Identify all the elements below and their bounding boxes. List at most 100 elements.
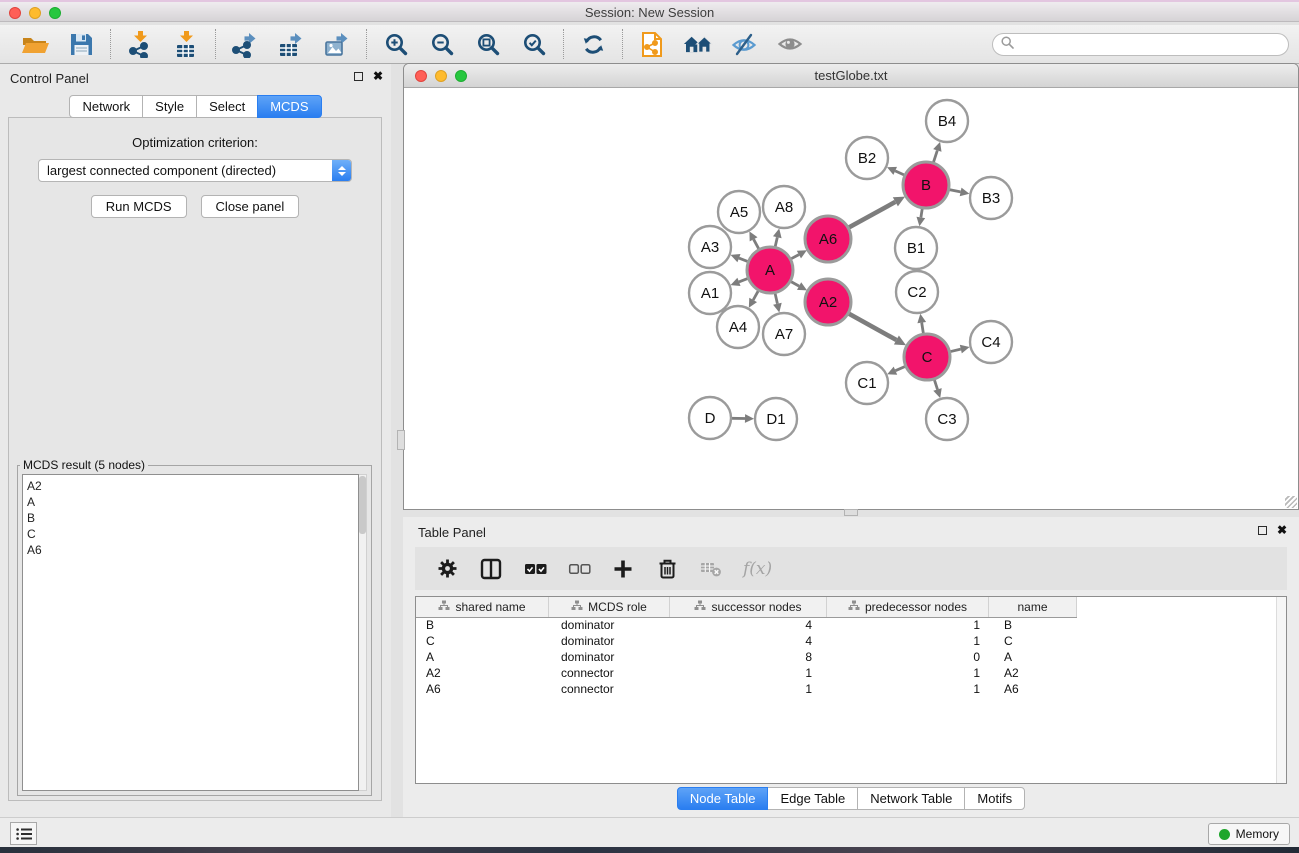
graph-edge-A-A8[interactable] — [773, 229, 782, 248]
run-mcds-button[interactable]: Run MCDS — [91, 195, 187, 218]
memory-button[interactable]: Memory — [1208, 823, 1290, 845]
table-row[interactable]: Bdominator41B — [416, 618, 1286, 634]
column-header-shared-name[interactable]: shared name — [416, 597, 549, 617]
table-row[interactable]: Adominator80A — [416, 650, 1286, 666]
table-cell[interactable]: A6 — [416, 682, 549, 698]
graph-node-B1[interactable]: B1 — [895, 227, 937, 269]
float-table-panel-icon[interactable] — [1258, 526, 1267, 535]
graph-node-C[interactable]: C — [904, 334, 950, 380]
table-scrollbar[interactable] — [1276, 597, 1286, 783]
graph-edge-B-B4[interactable] — [933, 142, 941, 163]
graph-edge-C-C2[interactable] — [917, 314, 926, 335]
graph-node-A8[interactable]: A8 — [763, 186, 805, 228]
graph-edge-A6-B[interactable] — [848, 197, 905, 228]
graph-node-B2[interactable]: B2 — [846, 137, 888, 179]
show-columns-icon[interactable] — [523, 557, 547, 581]
graph-node-A4[interactable]: A4 — [717, 306, 759, 348]
settings-gear-icon[interactable] — [435, 557, 459, 581]
splitter-handle-left[interactable] — [397, 430, 405, 450]
open-session-icon[interactable] — [20, 30, 50, 58]
tab-mcds[interactable]: MCDS — [257, 95, 321, 118]
table-row[interactable]: A2connector11A2 — [416, 666, 1286, 682]
graph-node-C4[interactable]: C4 — [970, 321, 1012, 363]
graph-edge-A-A1[interactable] — [731, 278, 749, 286]
table-cell[interactable]: 1 — [827, 666, 989, 682]
network-canvas[interactable]: B4B2BB3B1A5A8A3A6AA1A2C2A4A7C4CC1C3DD1 — [404, 88, 1298, 509]
graph-node-A7[interactable]: A7 — [763, 313, 805, 355]
mcds-result-item[interactable]: B — [27, 510, 358, 526]
close-table-panel-icon[interactable]: ✖ — [1277, 525, 1287, 536]
zoom-fit-icon[interactable] — [473, 30, 503, 58]
column-header-name[interactable]: name — [989, 597, 1077, 617]
save-session-icon[interactable] — [66, 30, 96, 58]
column-header-MCDS-role[interactable]: MCDS role — [549, 597, 670, 617]
graph-edge-B-B2[interactable] — [887, 167, 905, 176]
split-column-icon[interactable] — [479, 557, 503, 581]
search-field[interactable] — [992, 33, 1289, 56]
result-scrollbar[interactable] — [359, 474, 367, 791]
delete-table-icon[interactable] — [699, 557, 723, 581]
table-cell[interactable]: 1 — [670, 666, 827, 682]
graph-edge-A2-C[interactable] — [848, 313, 906, 345]
search-input[interactable] — [1019, 38, 1280, 52]
export-table-icon[interactable] — [276, 30, 306, 58]
graph-node-B4[interactable]: B4 — [926, 100, 968, 142]
table-cell[interactable]: A — [989, 650, 1077, 666]
hide-columns-icon[interactable] — [567, 557, 591, 581]
function-builder-icon[interactable]: f(x) — [743, 557, 772, 581]
table-cell[interactable]: C — [989, 634, 1077, 650]
network-document-icon[interactable] — [637, 30, 667, 58]
graph-node-B3[interactable]: B3 — [970, 177, 1012, 219]
graph-node-A[interactable]: A — [747, 247, 793, 293]
graph-node-C2[interactable]: C2 — [896, 271, 938, 313]
table-cell[interactable]: connector — [549, 682, 670, 698]
graph-edge-B-B3[interactable] — [949, 188, 970, 197]
graph-node-D[interactable]: D — [689, 397, 731, 439]
table-cell[interactable]: A6 — [989, 682, 1077, 698]
tab-network-table[interactable]: Network Table — [857, 787, 965, 810]
graph-edge-A-A6[interactable] — [790, 250, 807, 259]
graph-edge-A-A3[interactable] — [731, 254, 749, 262]
export-image-icon[interactable] — [322, 30, 352, 58]
column-header-predecessor-nodes[interactable]: predecessor nodes — [827, 597, 989, 617]
table-cell[interactable]: A2 — [416, 666, 549, 682]
graph-node-A3[interactable]: A3 — [689, 226, 731, 268]
column-header-successor-nodes[interactable]: successor nodes — [670, 597, 827, 617]
graph-node-A1[interactable]: A1 — [689, 272, 731, 314]
table-cell[interactable]: 1 — [827, 634, 989, 650]
graph-edge-A-A4[interactable] — [749, 290, 759, 308]
eye-icon[interactable] — [775, 30, 805, 58]
table-cell[interactable]: 1 — [827, 682, 989, 698]
graph-edge-C-C1[interactable] — [887, 366, 906, 375]
graph-edge-A-A5[interactable] — [749, 231, 759, 249]
graph-node-D1[interactable]: D1 — [755, 398, 797, 440]
table-cell[interactable]: 1 — [827, 618, 989, 634]
zoom-out-icon[interactable] — [427, 30, 457, 58]
graph-node-C3[interactable]: C3 — [926, 398, 968, 440]
graph-edge-D-D1[interactable] — [731, 414, 754, 423]
graph-edge-A-A2[interactable] — [790, 281, 807, 290]
table-row[interactable]: Cdominator41C — [416, 634, 1286, 650]
home-icon[interactable] — [683, 30, 713, 58]
tab-style[interactable]: Style — [142, 95, 197, 118]
scrollbar-thumb[interactable] — [359, 476, 366, 534]
zoom-selected-icon[interactable] — [519, 30, 549, 58]
table-cell[interactable]: C — [416, 634, 549, 650]
mcds-result-item[interactable]: A — [27, 494, 358, 510]
tab-select[interactable]: Select — [196, 95, 258, 118]
graph-node-C1[interactable]: C1 — [846, 362, 888, 404]
table-cell[interactable]: dominator — [549, 618, 670, 634]
hide-eye-icon[interactable] — [729, 30, 759, 58]
graph-edge-B-B1[interactable] — [917, 208, 926, 227]
task-history-button[interactable] — [10, 822, 37, 845]
table-cell[interactable]: dominator — [549, 650, 670, 666]
mcds-result-list[interactable]: A2ABCA6 — [22, 474, 359, 791]
table-cell[interactable]: 4 — [670, 618, 827, 634]
resize-grip[interactable] — [1285, 496, 1297, 508]
tab-network[interactable]: Network — [69, 95, 143, 118]
table-cell[interactable]: connector — [549, 666, 670, 682]
float-panel-icon[interactable] — [354, 72, 363, 81]
table-row[interactable]: A6connector11A6 — [416, 682, 1286, 698]
tab-edge-table[interactable]: Edge Table — [767, 787, 858, 810]
add-column-icon[interactable] — [611, 557, 635, 581]
